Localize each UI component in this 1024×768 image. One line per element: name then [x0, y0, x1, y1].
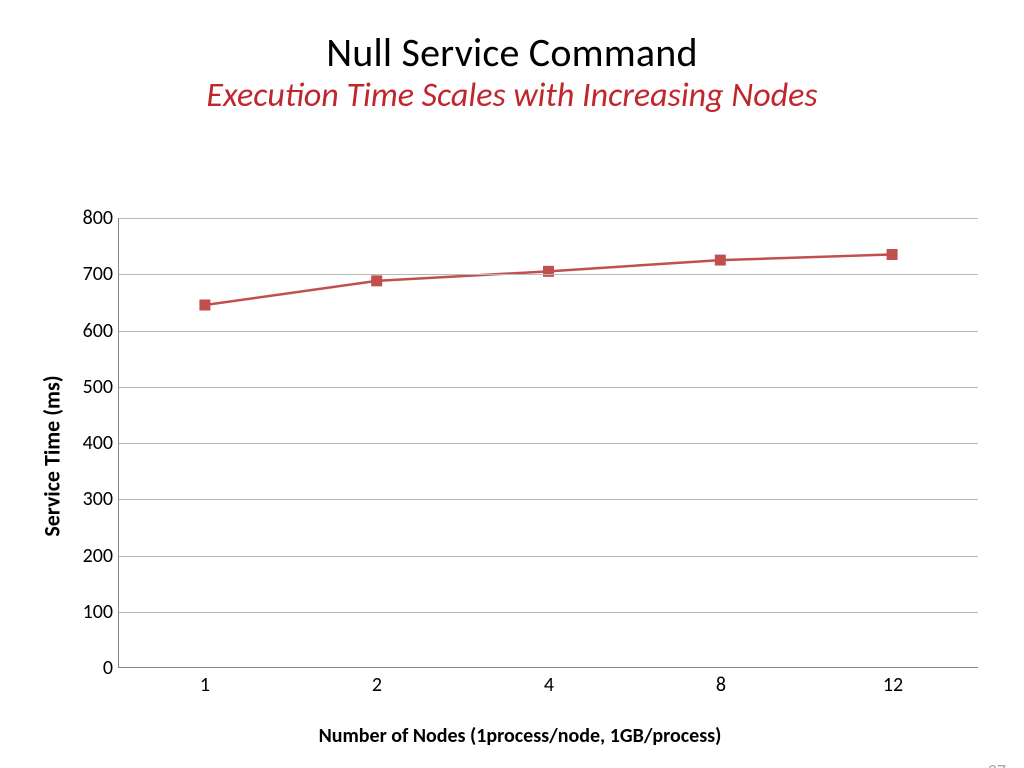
grid-line [119, 499, 978, 500]
x-tick-label: 12 [883, 673, 903, 697]
y-axis-label: Service Time (ms) [39, 375, 66, 536]
grid-line [119, 612, 978, 613]
y-tick-label: 200 [83, 544, 113, 568]
y-tick-label: 500 [83, 375, 113, 399]
grid-line [119, 556, 978, 557]
x-tick-label: 2 [372, 673, 382, 697]
slide: Null Service Command Execution Time Scal… [0, 28, 1024, 768]
x-tick-label: 8 [716, 673, 726, 697]
series-line [205, 254, 892, 305]
y-tick-label: 400 [83, 431, 113, 455]
data-point-marker [887, 249, 897, 259]
x-tick-label: 1 [200, 673, 210, 697]
grid-line [119, 218, 978, 219]
y-tick-label: 600 [83, 319, 113, 343]
grid-line [119, 387, 978, 388]
y-tick-label: 300 [83, 487, 113, 511]
grid-line [119, 274, 978, 275]
y-tick-label: 100 [83, 600, 113, 624]
x-axis-label: Number of Nodes (1process/node, 1GB/proc… [319, 724, 722, 748]
y-tick-label: 0 [103, 656, 113, 680]
chart-container: Service Time (ms) 0100200300400500600700… [60, 176, 980, 736]
grid-line [119, 443, 978, 444]
plot-area: 0100200300400500600700800124812 [118, 218, 978, 668]
data-point-marker [715, 255, 725, 265]
slide-title: Null Service Command [0, 28, 1024, 77]
grid-line [119, 331, 978, 332]
y-tick-label: 800 [83, 206, 113, 230]
x-tick-label: 4 [544, 673, 554, 697]
slide-subtitle: Execution Time Scales with Increasing No… [0, 75, 1024, 116]
y-tick-label: 700 [83, 262, 113, 286]
page-number: 37 [988, 760, 1006, 768]
data-point-marker [200, 300, 210, 310]
data-point-marker [372, 276, 382, 286]
